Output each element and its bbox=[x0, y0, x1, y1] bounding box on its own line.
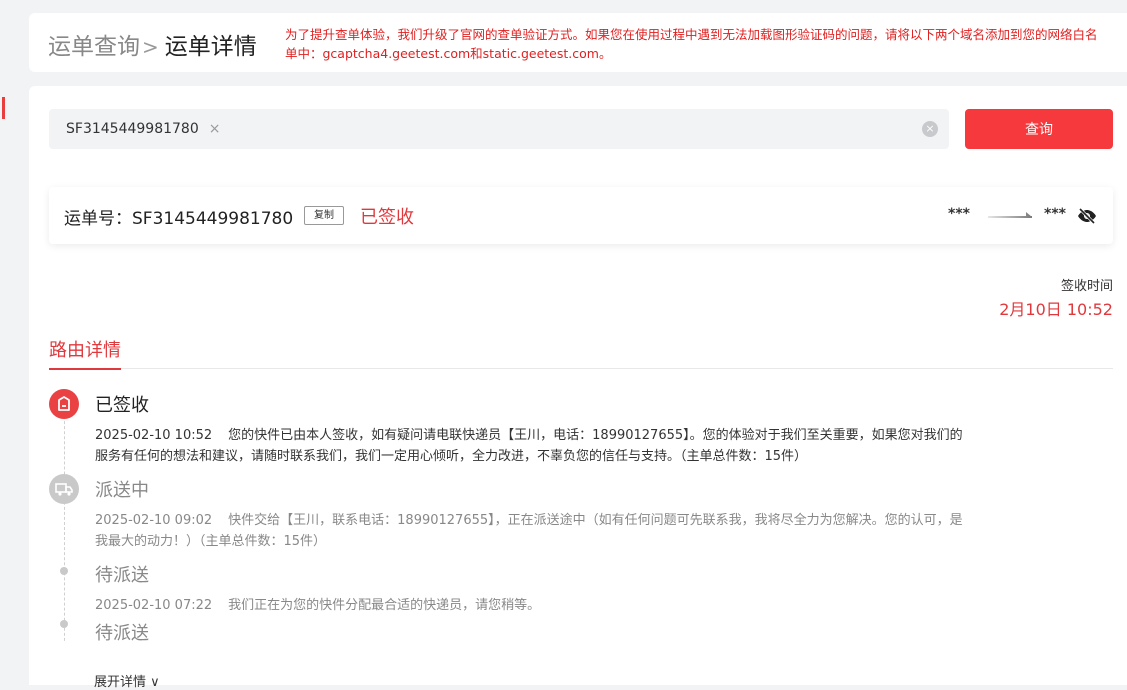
breadcrumb-parent-link[interactable]: 运单查询 bbox=[48, 27, 140, 61]
waybill-search-box[interactable]: SF3145449981780 × × bbox=[49, 109, 949, 149]
delivery-truck-icon bbox=[49, 474, 79, 504]
breadcrumb: 运单查询 > 运单详情 bbox=[48, 27, 257, 61]
clear-search-icon[interactable]: × bbox=[922, 121, 938, 137]
timeline-text: 我们正在为您的快件分配最合适的快递员，请您稍等。 bbox=[228, 598, 541, 613]
search-input[interactable] bbox=[239, 109, 909, 149]
timeline-text: 您的快件已由本人签收，如有疑问请电联快递员【王川，电话：18990127655】… bbox=[95, 428, 963, 464]
sign-time-label: 签收时间 bbox=[1060, 279, 1113, 294]
origin-city: *** bbox=[948, 206, 970, 222]
tab-route-details[interactable]: 路由详情 bbox=[49, 336, 121, 370]
timeline-description: 2025-02-10 10:52 您的快件已由本人签收，如有疑问请电联快递员【王川… bbox=[95, 425, 965, 467]
waybill-number-tag: SF3145449981780 × bbox=[66, 109, 220, 149]
query-button[interactable]: 查询 bbox=[965, 109, 1113, 149]
timeline-time: 2025-02-10 09:02 bbox=[95, 513, 213, 528]
main-card: SF3145449981780 × × 查询 运单号：SF31454499817… bbox=[29, 86, 1127, 690]
route-timeline: 已签收 2025-02-10 10:52 您的快件已由本人签收，如有疑问请电联快递… bbox=[49, 386, 969, 642]
destination-city: *** bbox=[1044, 206, 1066, 222]
timeline-description: 2025-02-10 07:22 我们正在为您的快件分配最合适的快递员，请您稍等。 bbox=[95, 595, 965, 616]
timeline-status: 已签收 bbox=[95, 395, 149, 416]
copy-button[interactable]: 复制 bbox=[304, 206, 344, 225]
route-arrow-icon bbox=[988, 212, 1032, 218]
sign-time-value: 2月10日 10:52 bbox=[999, 300, 1113, 319]
timeline-connector bbox=[64, 406, 65, 642]
left-nav-marker bbox=[2, 97, 5, 119]
expand-details-link[interactable]: 展开详情 ∨ bbox=[94, 671, 160, 690]
waybill-number: 运单号：SF3145449981780 bbox=[64, 209, 294, 229]
page-header: 运单查询 > 运单详情 为了提升查单体验，我们升级了官网的查单验证方式。如果您在… bbox=[29, 13, 1127, 72]
timeline-dot bbox=[60, 620, 68, 628]
waybill-summary-card: 运单号：SF3145449981780 复制 已签收 *** *** bbox=[49, 187, 1113, 244]
timeline-time: 2025-02-10 07:22 bbox=[95, 598, 213, 613]
page-title: 运单详情 bbox=[164, 34, 257, 60]
eye-hidden-icon[interactable] bbox=[1077, 208, 1097, 224]
captcha-notice: 为了提升查单体验，我们升级了官网的查单验证方式。如果您在使用过程中遇到无法加载图… bbox=[285, 27, 1098, 61]
timeline-status: 待派送 bbox=[95, 623, 149, 642]
tag-remove-icon[interactable]: × bbox=[209, 121, 221, 137]
waybill-tag-text: SF3145449981780 bbox=[66, 121, 199, 137]
breadcrumb-separator: > bbox=[142, 35, 159, 59]
expand-details-label: 展开详情 bbox=[94, 675, 147, 690]
chevron-down-icon: ∨ bbox=[150, 675, 160, 690]
timeline-time: 2025-02-10 10:52 bbox=[95, 428, 213, 443]
timeline-status: 待派送 bbox=[95, 565, 149, 586]
timeline-status: 派送中 bbox=[95, 480, 149, 501]
timeline-text: 快件交给【王川，联系电话：18990127655】，正在派送途中（如有任何问题可… bbox=[95, 513, 963, 549]
detail-tabs: 路由详情 bbox=[49, 332, 1113, 370]
signed-house-icon bbox=[49, 389, 79, 419]
timeline-dot bbox=[60, 567, 68, 575]
timeline-description: 2025-02-10 09:02 快件交给【王川，联系电话：18990127655… bbox=[95, 510, 965, 552]
waybill-status: 已签收 bbox=[360, 207, 414, 228]
